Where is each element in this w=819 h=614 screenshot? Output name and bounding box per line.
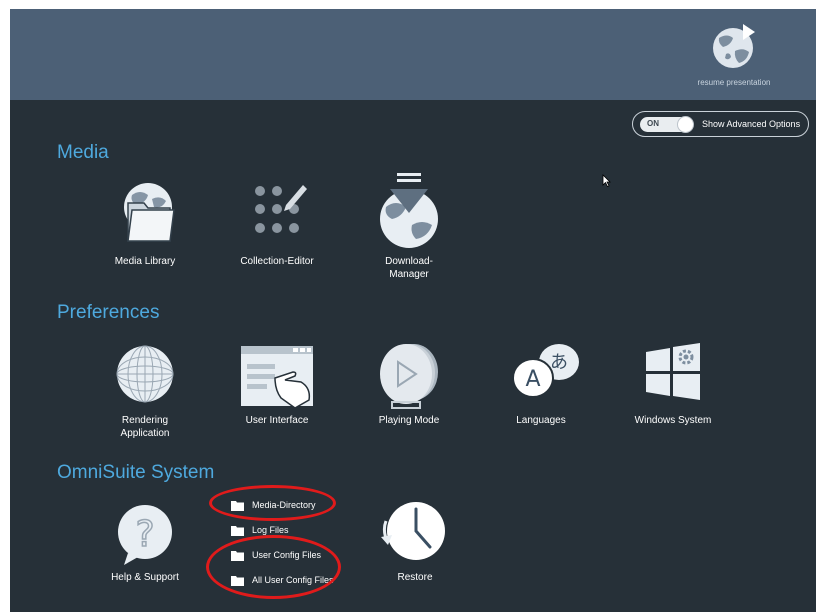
download-manager-label-line2: Manager <box>389 269 429 280</box>
svg-text:あ: あ <box>550 352 568 373</box>
red-callout-config-files <box>206 535 341 599</box>
play-stack-icon <box>380 344 438 409</box>
tile-collection-editor[interactable]: Collection-Editor <box>222 175 332 268</box>
clock-restore-icon <box>381 502 445 560</box>
launcher-window: resume presentation ON Show Advanced Opt… <box>10 9 816 612</box>
section-title-system: OmniSuite System <box>57 462 215 483</box>
red-callout-media-directory <box>209 485 336 521</box>
collection-editor-label: Collection-Editor <box>240 256 314 267</box>
section-title-media: Media <box>57 142 109 163</box>
window-hand-icon <box>241 346 313 409</box>
windows-gear-icon <box>646 343 700 400</box>
tile-download-manager[interactable]: Download- Manager <box>354 169 464 281</box>
restore-label: Restore <box>397 572 433 583</box>
resume-presentation-label: resume presentation <box>697 78 771 87</box>
svg-text:A: A <box>525 367 540 392</box>
log-files-label: Log Files <box>252 525 289 535</box>
advanced-options-toggle[interactable]: ON Show Advanced Options <box>632 111 809 137</box>
toggle-state: ON <box>647 119 659 128</box>
top-bar: resume presentation <box>10 9 816 100</box>
playing-mode-label: Playing Mode <box>378 415 440 426</box>
section-title-preferences: Preferences <box>57 302 160 323</box>
tile-media-library[interactable]: Media Library <box>90 175 200 268</box>
resume-presentation-button[interactable]: resume presentation <box>674 21 794 87</box>
tile-windows-system[interactable]: Windows System <box>618 338 728 427</box>
tile-restore[interactable]: Restore <box>360 497 470 584</box>
question-bubble-icon: ? <box>118 505 172 565</box>
user-interface-label: User Interface <box>245 415 309 426</box>
globe-play-icon <box>713 24 755 68</box>
toggle-knob[interactable] <box>677 116 694 133</box>
advanced-options-label: Show Advanced Options <box>702 119 801 129</box>
tile-user-interface[interactable]: User Interface <box>222 338 332 427</box>
rendering-application-label-line1: Rendering <box>121 415 169 426</box>
windows-system-label: Windows System <box>634 415 712 426</box>
globe-download-icon <box>380 173 438 248</box>
globe-folder-icon <box>124 183 175 242</box>
help-support-label: Help & Support <box>111 572 179 583</box>
tile-languages[interactable]: あ A Languages <box>486 338 596 427</box>
svg-text:?: ? <box>135 514 154 555</box>
media-library-label: Media Library <box>114 256 176 267</box>
rendering-application-label-line2: Application <box>120 428 170 439</box>
languages-label: Languages <box>516 415 566 426</box>
folder-icon <box>231 525 244 536</box>
toggle-track[interactable]: ON <box>640 116 694 133</box>
tile-rendering-application[interactable]: Rendering Application <box>90 338 200 440</box>
language-bubbles-icon: あ A <box>512 344 579 398</box>
tile-playing-mode[interactable]: Playing Mode <box>354 338 464 427</box>
tile-help-support[interactable]: ? Help & Support <box>90 501 200 584</box>
download-manager-label-line1: Download- <box>385 256 433 267</box>
mouse-cursor-icon <box>602 174 611 187</box>
wireframe-sphere-icon <box>116 345 174 403</box>
dot-grid-pencil-icon <box>255 185 307 233</box>
